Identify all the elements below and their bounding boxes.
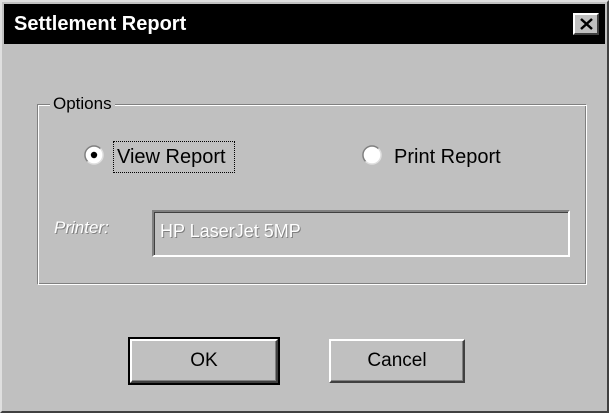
focus-indicator <box>113 141 235 173</box>
options-group <box>37 104 587 285</box>
ok-button[interactable]: OK <box>128 337 280 385</box>
printer-field: HP LaserJet 5MP <box>152 210 570 257</box>
print-report-radio[interactable] <box>362 145 382 165</box>
print-report-label[interactable]: Print Report <box>394 145 501 169</box>
window-title: Settlement Report <box>14 13 187 35</box>
close-button[interactable] <box>573 13 599 35</box>
options-legend: Options <box>50 94 115 114</box>
printer-label: Printer: <box>54 218 109 237</box>
cancel-button[interactable]: Cancel <box>329 339 465 383</box>
radio-selected-icon <box>90 151 98 159</box>
title-bar: Settlement Report <box>4 4 605 44</box>
close-icon <box>580 18 593 30</box>
printer-value: HP LaserJet 5MP <box>160 221 301 241</box>
settlement-report-dialog: Settlement Report Options View Report Pr… <box>0 0 609 413</box>
view-report-radio[interactable] <box>84 145 104 165</box>
